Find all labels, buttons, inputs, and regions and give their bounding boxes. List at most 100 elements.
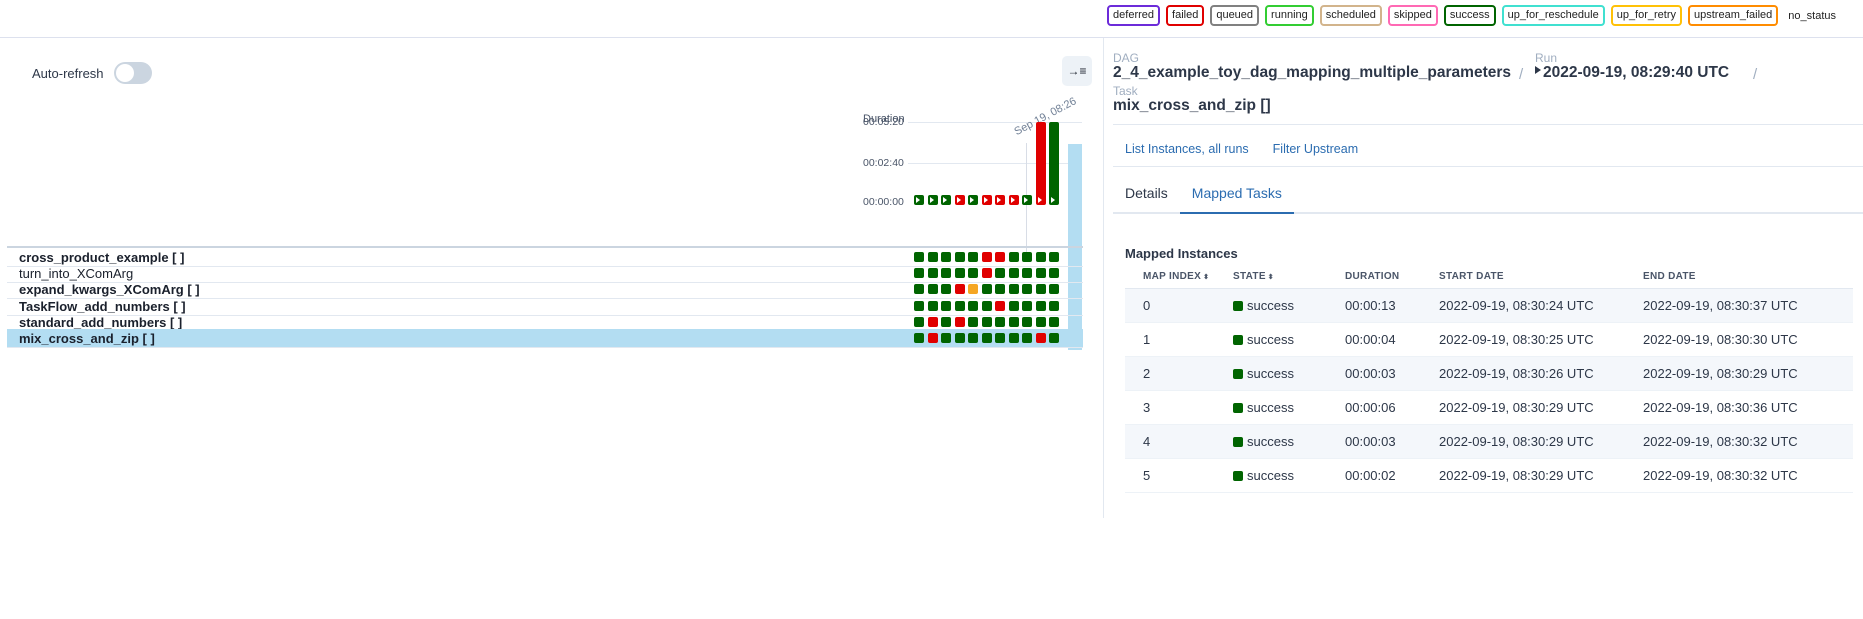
task-name[interactable]: mix_cross_and_zip [ ] <box>19 331 155 346</box>
run-bar[interactable] <box>1022 195 1032 205</box>
task-instance-square[interactable] <box>968 268 978 279</box>
task-instance-square[interactable] <box>995 316 1005 327</box>
table-row[interactable]: 2 success 00:00:03 2022-09-19, 08:30:26 UTC… <box>1125 356 1853 391</box>
task-instance-square[interactable] <box>1049 300 1059 311</box>
task-instance-square[interactable] <box>914 316 924 327</box>
task-instance-square[interactable] <box>927 333 938 343</box>
task-name[interactable]: expand_kwargs_XComArg [ ] <box>19 282 200 297</box>
task-instance-square[interactable] <box>981 333 992 343</box>
run-bar[interactable] <box>981 195 992 205</box>
task-instance-square[interactable] <box>1022 252 1032 262</box>
task-instance-square[interactable] <box>941 333 951 343</box>
task-instance-square[interactable] <box>968 316 978 327</box>
task-instance-square[interactable] <box>954 268 965 279</box>
filter-upstream-link[interactable]: Filter Upstream <box>1273 142 1358 156</box>
task-instance-square[interactable] <box>1049 316 1059 327</box>
task-instance-square[interactable] <box>941 316 951 327</box>
run-bar[interactable] <box>927 195 938 205</box>
task-instance-square[interactable] <box>968 333 978 343</box>
task-instance-square[interactable] <box>1022 316 1032 327</box>
task-instance-square[interactable] <box>1035 300 1046 311</box>
task-instance-square[interactable] <box>995 268 1005 279</box>
task-instance-square[interactable] <box>1049 252 1059 262</box>
task-instance-square[interactable] <box>927 284 938 295</box>
task-instance-square[interactable] <box>1049 333 1059 343</box>
auto-refresh-toggle[interactable] <box>113 62 152 84</box>
table-row[interactable]: 5 success 00:00:02 2022-09-19, 08:30:29 UTC… <box>1125 458 1853 493</box>
task-instance-square[interactable] <box>1035 333 1046 343</box>
task-instance-square[interactable] <box>954 333 965 343</box>
table-row[interactable]: 0 success 00:00:13 2022-09-19, 08:30:24 UTC… <box>1125 288 1853 323</box>
list-instances-link[interactable]: List Instances, all runs <box>1125 142 1249 156</box>
legend-up-for-retry[interactable]: up_for_retry <box>1610 5 1683 26</box>
legend-deferred[interactable]: deferred <box>1107 5 1161 26</box>
task-instance-square[interactable] <box>1008 300 1019 311</box>
task-instance-square[interactable] <box>954 300 965 311</box>
task-instance-square[interactable] <box>1008 268 1019 279</box>
legend-success[interactable]: success <box>1443 5 1496 26</box>
task-instance-square[interactable] <box>927 252 938 262</box>
legend-up-for-reschedule[interactable]: up_for_reschedule <box>1501 5 1605 26</box>
collapse-details-button[interactable]: →≡ <box>1062 56 1092 86</box>
task-instance-square[interactable] <box>914 333 924 343</box>
breadcrumb-run[interactable]: Run 2022-09-19, 08:29:40 UTC <box>1535 52 1729 82</box>
task-instance-square[interactable] <box>981 316 992 327</box>
task-row[interactable]: mix_cross_and_zip [ ] <box>7 329 1083 348</box>
run-bar[interactable] <box>968 195 978 205</box>
legend-skipped[interactable]: skipped <box>1387 5 1438 26</box>
task-instance-square[interactable] <box>954 252 965 262</box>
task-instance-square[interactable] <box>1022 284 1032 295</box>
task-instance-square[interactable] <box>968 252 978 262</box>
legend-running[interactable]: running <box>1265 5 1314 26</box>
task-instance-square[interactable] <box>1022 300 1032 311</box>
task-instance-square[interactable] <box>1022 333 1032 343</box>
task-instance-square[interactable] <box>995 300 1005 311</box>
table-row[interactable]: 4 success 00:00:03 2022-09-19, 08:30:29 UTC… <box>1125 424 1853 459</box>
task-instance-square[interactable] <box>954 316 965 327</box>
legend-upstream-failed[interactable]: upstream_failed <box>1688 5 1779 26</box>
run-bar[interactable] <box>1008 195 1019 205</box>
task-instance-square[interactable] <box>1022 268 1032 279</box>
legend-scheduled[interactable]: scheduled <box>1319 5 1382 26</box>
tab-details[interactable]: Details <box>1113 174 1180 214</box>
task-instance-square[interactable] <box>927 316 938 327</box>
legend-failed[interactable]: failed <box>1166 5 1205 26</box>
task-instance-square[interactable] <box>1035 252 1046 262</box>
column-header-state[interactable]: STATE ⬍ <box>1233 266 1345 289</box>
legend-no-status[interactable]: no_status <box>1784 8 1840 24</box>
task-name[interactable]: turn_into_XComArg <box>19 266 133 281</box>
run-bar[interactable] <box>1049 122 1059 205</box>
tab-mapped-tasks[interactable]: Mapped Tasks <box>1179 174 1294 214</box>
task-instance-square[interactable] <box>941 300 951 311</box>
task-instance-square[interactable] <box>914 252 924 262</box>
task-instance-square[interactable] <box>995 333 1005 343</box>
task-instance-square[interactable] <box>1035 316 1046 327</box>
task-instance-square[interactable] <box>1049 284 1059 295</box>
task-instance-square[interactable] <box>995 252 1005 262</box>
task-instance-square[interactable] <box>981 284 992 295</box>
legend-queued[interactable]: queued <box>1210 5 1260 26</box>
task-instance-square[interactable] <box>1008 333 1019 343</box>
task-instance-square[interactable] <box>941 268 951 279</box>
task-instance-square[interactable] <box>927 268 938 279</box>
task-instance-square[interactable] <box>995 284 1005 295</box>
task-instance-square[interactable] <box>914 268 924 279</box>
task-name[interactable]: cross_product_example [ ] <box>19 250 184 265</box>
task-name[interactable]: standard_add_numbers [ ] <box>19 315 182 330</box>
task-instance-square[interactable] <box>968 284 978 295</box>
task-instance-square[interactable] <box>968 300 978 311</box>
task-instance-square[interactable] <box>981 268 992 279</box>
task-instance-square[interactable] <box>941 252 951 262</box>
task-instance-square[interactable] <box>981 300 992 311</box>
task-instance-square[interactable] <box>1035 268 1046 279</box>
breadcrumb-task[interactable]: Task mix_cross_and_zip [] <box>1113 85 1271 115</box>
table-row[interactable]: 3 success 00:00:06 2022-09-19, 08:30:29 UTC… <box>1125 390 1853 425</box>
task-instance-square[interactable] <box>954 284 965 295</box>
run-bar[interactable] <box>995 195 1005 205</box>
task-instance-square[interactable] <box>1035 284 1046 295</box>
task-instance-square[interactable] <box>914 284 924 295</box>
table-row[interactable]: 1 success 00:00:04 2022-09-19, 08:30:25 UTC… <box>1125 322 1853 357</box>
task-instance-square[interactable] <box>981 252 992 262</box>
task-instance-square[interactable] <box>1008 252 1019 262</box>
task-instance-square[interactable] <box>1008 284 1019 295</box>
